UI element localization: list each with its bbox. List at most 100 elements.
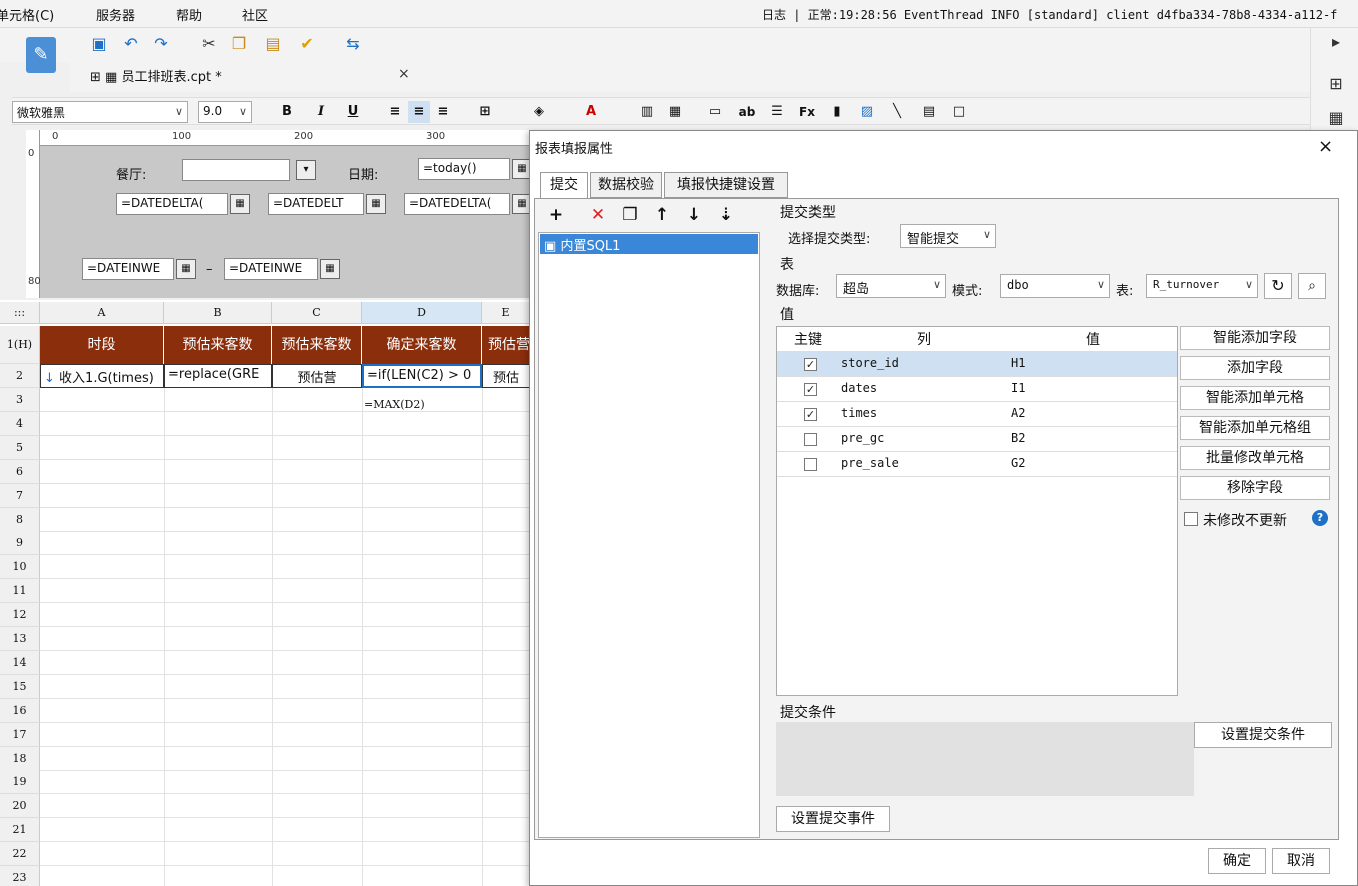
text-label-icon[interactable]: ab [736,101,758,123]
cell-e2[interactable]: 预估 [482,364,530,388]
copy-icon[interactable]: ❐ [620,205,640,227]
smart-add-field-button[interactable]: 智能添加字段 [1180,326,1330,350]
header-cell-a1[interactable]: 时段 [40,326,164,364]
menu-community[interactable]: 社区 [242,5,268,24]
redo-icon[interactable]: ↷ [150,33,172,55]
table-row[interactable]: ✓ dates I1 [777,377,1177,402]
row-header[interactable]: 12 [0,603,40,628]
align-right-icon[interactable]: ≡ [432,101,454,123]
move-up-icon[interactable]: ↑ [652,205,672,227]
row-header[interactable]: 9 [0,531,40,556]
tab-data-validation[interactable]: 数据校验 [590,172,662,198]
primary-key-checkbox[interactable] [804,433,817,446]
table-row[interactable]: pre_gc B2 [777,427,1177,452]
row-header[interactable]: 8 [0,507,40,532]
copy-icon[interactable]: ❐ [228,33,250,55]
col-header-b[interactable]: B [164,302,272,324]
menu-help[interactable]: 帮助 [176,5,202,24]
row-header[interactable]: 1(H) [0,326,40,364]
table-row[interactable]: pre_sale G2 [777,452,1177,477]
close-tab-icon[interactable]: × [398,66,410,82]
calendar-icon[interactable]: ▦ [176,259,196,279]
datedelta-input-1[interactable]: =DATEDELTA( [116,193,228,215]
row-header[interactable]: 15 [0,674,40,699]
row-header[interactable]: 6 [0,459,40,484]
row-header[interactable]: 4 [0,411,40,436]
undo-icon[interactable]: ↶ [120,33,142,55]
remove-field-button[interactable]: 移除字段 [1180,476,1330,500]
align-center-icon[interactable]: ≡ [408,101,430,123]
header-cell-d1[interactable]: 确定来客数 [362,326,482,364]
save-icon[interactable]: ▣ [88,33,110,55]
designer-logo-icon[interactable]: ✎ [26,37,56,73]
primary-key-checkbox[interactable] [804,458,817,471]
row-header[interactable]: 17 [0,722,40,747]
row-header[interactable]: 7 [0,483,40,508]
help-icon[interactable]: ? [1312,510,1328,526]
merge-icon[interactable]: ▥ [636,101,658,123]
chevron-right-icon[interactable]: ▸ [1325,32,1347,54]
header-cell-c1[interactable]: 预估来客数 [272,326,362,364]
sub-report-icon[interactable]: ▤ [918,101,940,123]
batch-modify-cell-button[interactable]: 批量修改单元格 [1180,446,1330,470]
unmerge-icon[interactable]: ▦ [664,101,686,123]
row-header[interactable]: 21 [0,818,40,843]
bold-button[interactable]: B [276,101,298,123]
slash-icon[interactable]: ╲ [886,101,908,123]
add-field-button[interactable]: 添加字段 [1180,356,1330,380]
row-header[interactable]: 19 [0,770,40,795]
switch-icon[interactable]: ⇆ [342,33,364,55]
formula-icon[interactable]: Fx [796,101,818,123]
smart-add-cell-group-button[interactable]: 智能添加单元格组 [1180,416,1330,440]
col-header-c[interactable]: C [272,302,362,324]
align-left-icon[interactable]: ≡ [384,101,406,123]
cell-d3[interactable]: =MAX(D2) [364,398,425,411]
row-header[interactable]: 3 [0,388,40,412]
cancel-button[interactable]: 取消 [1272,848,1330,874]
row-header[interactable]: 20 [0,794,40,819]
dateinweek-input-1[interactable]: =DATEINWE [82,258,174,280]
paste-icon[interactable]: ▤ [262,33,284,55]
primary-key-checkbox[interactable]: ✓ [804,358,817,371]
table-row[interactable]: ✓ times A2 [777,402,1177,427]
chart-icon[interactable]: ▮ [826,101,848,123]
row-header[interactable]: 16 [0,698,40,723]
preview-icon[interactable]: ⌕ [1298,273,1326,299]
format-brush-icon[interactable]: ✔ [296,33,318,55]
widget-attr-icon[interactable]: ▦ [1325,108,1347,130]
dropdown-icon[interactable]: ▾ [296,160,316,180]
database-select[interactable]: 超岛 ∨ [836,274,946,298]
set-condition-button[interactable]: 设置提交条件 [1194,722,1332,748]
datedelta-input-3[interactable]: =DATEDELTA( [404,193,510,215]
menu-cell[interactable]: 单元格(C) [0,5,54,24]
schema-select[interactable]: dbo ∨ [1000,274,1110,298]
grid-corner[interactable]: ::: [0,302,40,324]
cell-c2[interactable]: 预估营 [272,364,362,388]
date-input[interactable]: =today() [418,158,510,180]
tab-submit[interactable]: 提交 [540,172,588,200]
border-icon[interactable]: ⊞ [474,101,496,123]
italic-button[interactable]: I [310,101,332,123]
calendar-icon[interactable]: ▦ [230,194,250,214]
header-cell-e1[interactable]: 预估营 [482,326,530,364]
font-size-select[interactable]: 9.0 ∨ [198,101,252,123]
ok-button[interactable]: 确定 [1208,848,1266,874]
underline-button[interactable]: U [342,101,364,123]
primary-key-checkbox[interactable]: ✓ [804,383,817,396]
submit-type-select[interactable]: 智能提交 ∨ [900,224,996,248]
move-down-icon[interactable]: ↓ [684,205,704,227]
add-icon[interactable]: + [546,205,566,227]
calendar-icon[interactable]: ▦ [320,259,340,279]
paragraph-icon[interactable]: ☰ [766,101,788,123]
col-header-d[interactable]: D [362,302,482,324]
set-event-button[interactable]: 设置提交事件 [776,806,890,832]
no-update-checkbox[interactable] [1184,512,1198,526]
row-header[interactable]: 2 [0,364,40,388]
font-color-icon[interactable]: A [580,101,602,123]
row-header[interactable]: 10 [0,555,40,580]
delete-icon[interactable]: ✕ [588,205,608,227]
row-header[interactable]: 14 [0,650,40,675]
table-row[interactable]: ✓ store_id H1 [777,352,1177,377]
col-header-a[interactable]: A [40,302,164,324]
font-family-select[interactable]: 微软雅黑 ∨ [12,101,188,123]
